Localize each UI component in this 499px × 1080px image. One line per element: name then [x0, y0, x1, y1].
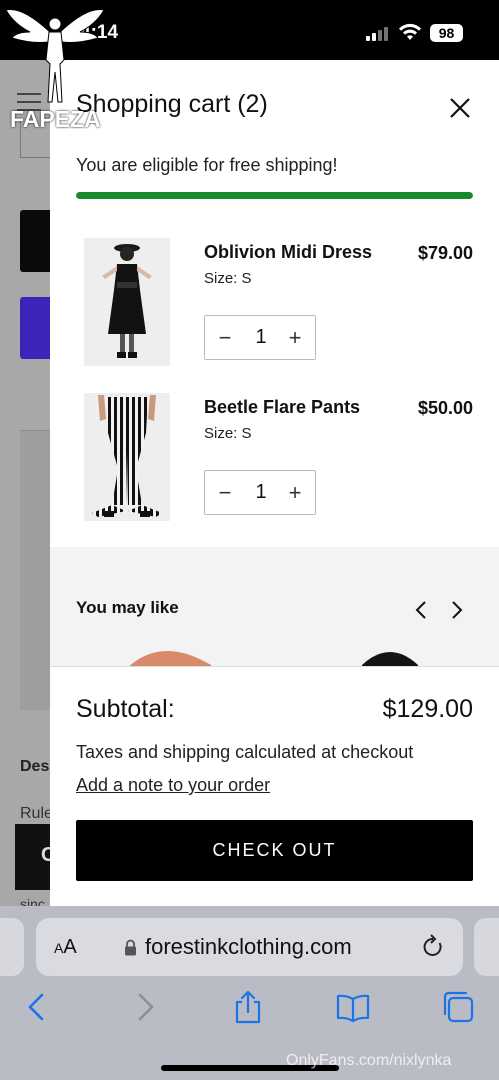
back-icon[interactable]: [20, 990, 54, 1024]
item-price: $79.00: [417, 243, 473, 263]
battery-icon: 98: [430, 24, 463, 42]
free-shipping-progress-bar: [76, 192, 473, 199]
subtotal-value: $129.00: [382, 695, 473, 723]
cellular-signal-icon: [366, 27, 392, 41]
plus-icon[interactable]: +: [277, 316, 313, 359]
free-shipping-progress-fill: [76, 192, 473, 199]
recommendations-title: You may like: [76, 598, 179, 617]
background-text: Rule: [20, 805, 53, 822]
background-dark-button: C: [15, 824, 55, 890]
item-size: Size: S: [204, 425, 252, 442]
next-tab-preview[interactable]: [474, 918, 499, 976]
plus-icon[interactable]: +: [277, 471, 313, 514]
quantity-stepper: − 1 +: [204, 470, 316, 515]
address-bar[interactable]: AA forestinkclothing.com: [36, 918, 463, 976]
watermark-text: OnlyFans.com/nixlynka: [286, 1052, 452, 1069]
minus-icon[interactable]: −: [207, 316, 243, 359]
item-price: $50.00: [417, 398, 473, 418]
free-shipping-message: You are eligible for free shipping!: [76, 155, 338, 175]
forward-icon[interactable]: [128, 990, 162, 1024]
cart-footer: Subtotal: $129.00 Taxes and shipping cal…: [50, 666, 499, 906]
minus-icon[interactable]: −: [207, 471, 243, 514]
watermark-brand: FAPEZA: [10, 106, 101, 132]
subtotal-label: Subtotal:: [76, 695, 175, 723]
quantity-value[interactable]: 1: [241, 471, 281, 514]
share-icon[interactable]: [231, 990, 265, 1024]
quantity-value[interactable]: 1: [241, 316, 281, 359]
text-size-button[interactable]: AA: [54, 936, 77, 959]
item-name[interactable]: Oblivion Midi Dress: [204, 242, 372, 263]
quantity-stepper: − 1 +: [204, 315, 316, 360]
bookmarks-icon[interactable]: [336, 990, 370, 1024]
browser-chrome: AA forestinkclothing.com OnlyFans.com/ni…: [0, 906, 499, 1080]
product-image-pants[interactable]: [84, 393, 170, 521]
add-note-link[interactable]: Add a note to your order: [76, 775, 270, 796]
cart-item: Oblivion Midi Dress $79.00 Size: S − 1 +: [50, 238, 499, 378]
lock-icon: [125, 939, 136, 956]
recommendation-card[interactable]: [76, 639, 246, 667]
cart-item: Beetle Flare Pants $50.00 Size: S − 1 +: [50, 393, 499, 533]
background-heading: Des: [20, 758, 50, 775]
close-icon[interactable]: [448, 96, 472, 120]
reload-icon[interactable]: [421, 934, 445, 960]
wifi-icon: [399, 23, 421, 40]
checkout-button[interactable]: CHECK OUT: [76, 820, 473, 881]
item-size: Size: S: [204, 270, 252, 287]
tabs-icon[interactable]: [441, 990, 475, 1024]
cart-drawer: Shopping cart (2) You are eligible for f…: [50, 60, 499, 906]
chevron-right-icon[interactable]: [448, 599, 466, 621]
chevron-left-icon[interactable]: [412, 599, 430, 621]
url-text[interactable]: forestinkclothing.com: [145, 934, 352, 960]
recommendations-section: You may like: [50, 547, 499, 667]
previous-tab-preview[interactable]: [0, 918, 24, 976]
product-image-dress[interactable]: [84, 238, 170, 366]
tax-note: Taxes and shipping calculated at checkou…: [76, 742, 414, 762]
item-name[interactable]: Beetle Flare Pants: [204, 397, 360, 418]
recommendation-card[interactable]: [310, 639, 480, 667]
